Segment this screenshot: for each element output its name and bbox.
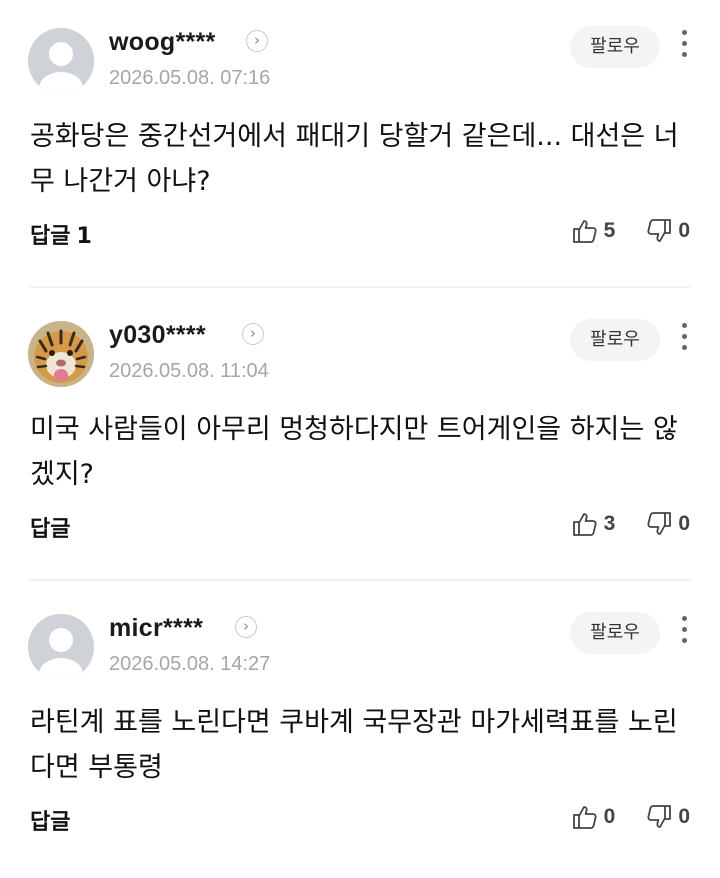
dislike-count: 0: [678, 512, 690, 535]
divider: [30, 286, 690, 288]
thumbs-down-icon: [647, 805, 672, 828]
dislike-button[interactable]: 0: [645, 803, 690, 831]
like-count: 0: [603, 805, 616, 828]
dislike-count: 0: [678, 219, 690, 242]
divider: [30, 579, 690, 581]
like-button[interactable]: 5: [571, 217, 616, 245]
thumbs-down-icon: [647, 512, 672, 535]
dislike-count: 0: [678, 805, 690, 828]
chevron-right-icon[interactable]: ›: [242, 323, 264, 345]
reply-label: 답글: [30, 810, 71, 835]
comment-text: 미국 사람들이 아무리 멍청하다지만 트어게인을 하지는 않겠지?: [30, 414, 678, 490]
follow-button[interactable]: 팔로우: [570, 26, 660, 68]
thumbs-down-icon: [647, 219, 672, 242]
username[interactable]: y030****: [109, 321, 206, 350]
reply-label: 답글: [30, 224, 71, 249]
username[interactable]: woog****: [109, 28, 216, 57]
like-button[interactable]: 0: [571, 803, 616, 831]
comment-date: 2026.05.08. 07:16: [109, 67, 271, 89]
dislike-button[interactable]: 0: [645, 217, 690, 245]
reply-button[interactable]: 답글: [30, 511, 70, 543]
thumbs-up-icon: [572, 806, 597, 829]
comment-item: woog**** › 2026.05.08. 07:16 팔로우 공화당은 중간…: [0, 0, 720, 292]
thumbs-up-icon: [572, 513, 597, 536]
comment-item: y030**** › 2026.05.08. 11:04 팔로우 미국 사람들이…: [0, 293, 720, 585]
reply-button[interactable]: 답글 1: [30, 218, 92, 250]
follow-button[interactable]: 팔로우: [570, 612, 660, 654]
reply-count: 1: [76, 224, 92, 249]
default-avatar-icon[interactable]: [28, 614, 94, 680]
comment-text: 공화당은 중간선거에서 패대기 당할거 같은데... 대선은 너무 나간거 아냐…: [30, 121, 679, 197]
dislike-button[interactable]: 0: [645, 510, 690, 538]
more-options-icon[interactable]: [678, 323, 690, 355]
default-avatar-icon[interactable]: [28, 28, 94, 94]
follow-button[interactable]: 팔로우: [570, 319, 660, 361]
chevron-right-icon[interactable]: ›: [235, 616, 257, 638]
comment-date: 2026.05.08. 11:04: [109, 360, 269, 382]
reply-button[interactable]: 답글: [30, 804, 70, 836]
comment-item: micr**** › 2026.05.08. 14:27 팔로우 라틴계 표를 …: [0, 586, 720, 878]
comment-date: 2026.05.08. 14:27: [109, 653, 271, 675]
thumbs-up-icon: [572, 220, 597, 243]
comment-text: 라틴계 표를 노린다면 쿠바계 국무장관 마가세력표를 노린다면 부통령: [30, 707, 678, 783]
more-options-icon[interactable]: [678, 616, 690, 648]
like-button[interactable]: 3: [571, 510, 616, 538]
vote-bar: 5 0: [571, 215, 690, 247]
like-count: 3: [603, 512, 616, 535]
like-count: 5: [603, 219, 616, 242]
username[interactable]: micr****: [109, 614, 203, 643]
tiger-avatar-icon[interactable]: [28, 321, 94, 387]
more-options-icon[interactable]: [678, 30, 690, 62]
vote-bar: 3 0: [571, 508, 690, 540]
vote-bar: 0 0: [571, 801, 690, 833]
reply-label: 답글: [30, 517, 71, 542]
chevron-right-icon[interactable]: ›: [246, 30, 268, 52]
